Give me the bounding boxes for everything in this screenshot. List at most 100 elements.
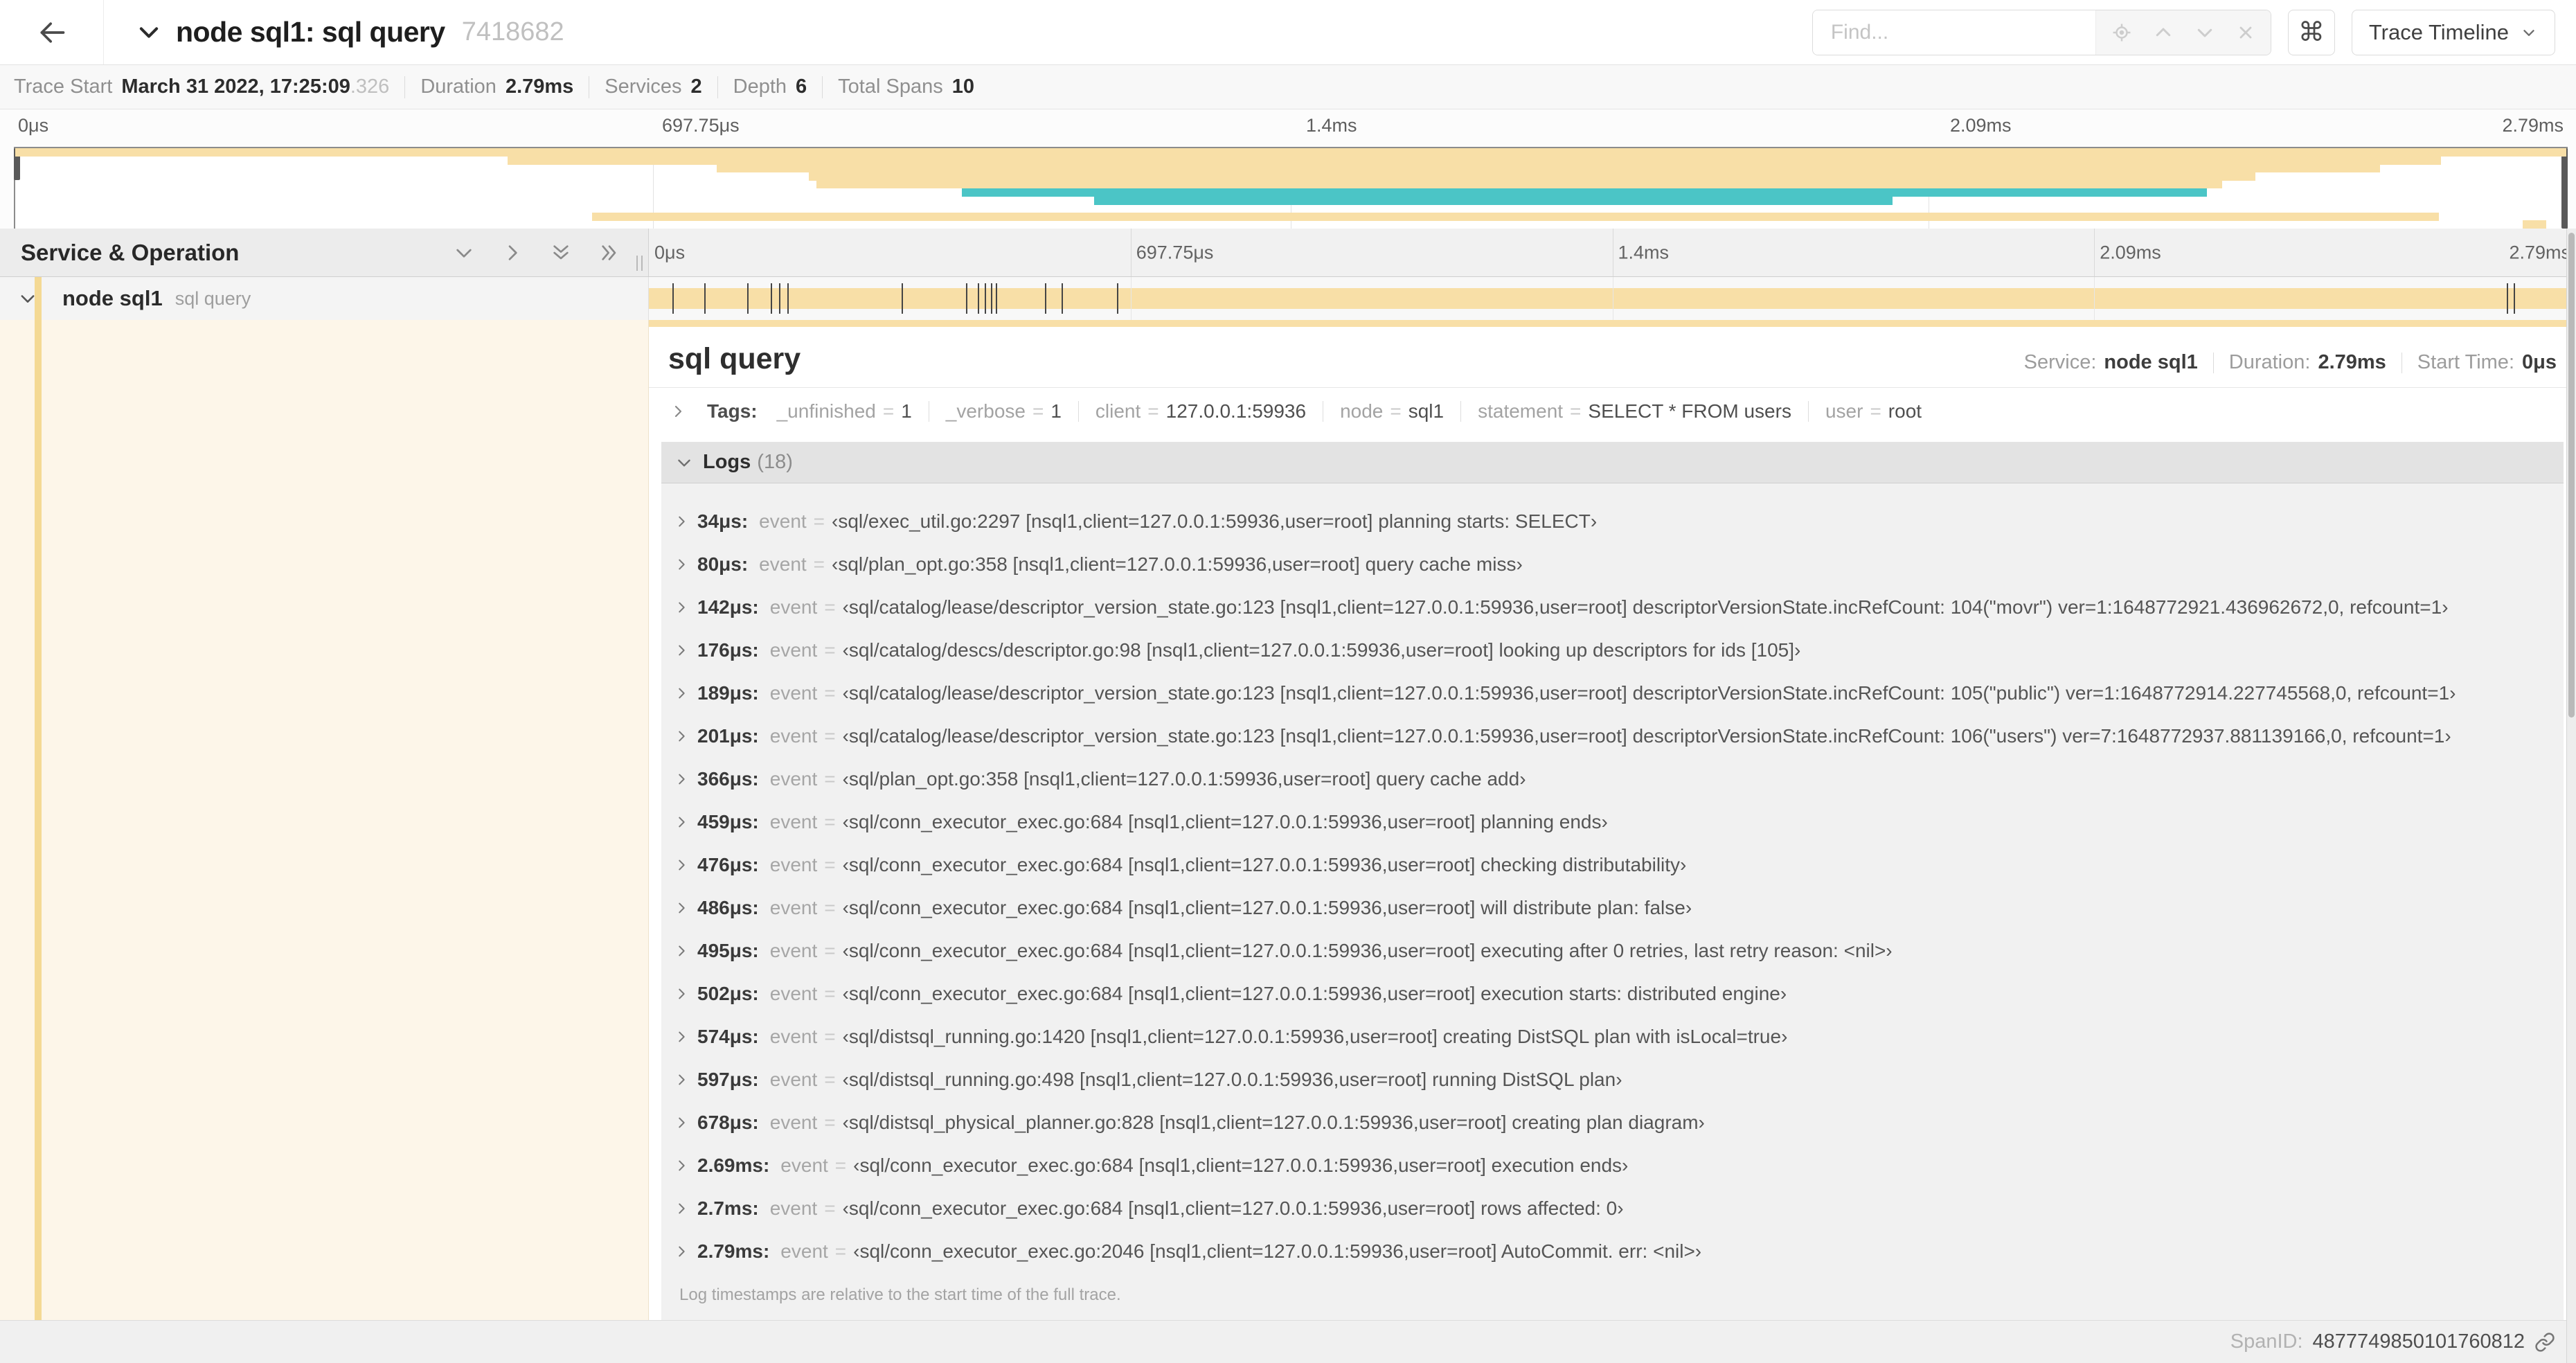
logs-header[interactable]: Logs (18) <box>661 442 2564 483</box>
tag-value: 1 <box>1050 400 1062 422</box>
log-field-value: ‹sql/conn_executor_exec.go:684 [nsql1,cl… <box>842 854 1687 875</box>
span-operation-name: sql query <box>175 287 251 309</box>
log-entry[interactable]: 189μs: event = ‹sql/catalog/lease/descripto… <box>670 672 2557 715</box>
tag-divider <box>1807 401 1809 422</box>
log-field-value: ‹sql/conn_executor_exec.go:2046 [nsql1,c… <box>853 1240 1702 1262</box>
log-entry[interactable]: 201μs: event = ‹sql/catalog/lease/descripto… <box>670 715 2557 758</box>
log-marker-tick <box>965 283 967 314</box>
vertical-scrollbar[interactable] <box>2566 229 2576 1363</box>
log-marker-tick <box>1061 283 1063 314</box>
log-marker-tick <box>902 283 904 314</box>
log-entry[interactable]: 2.69ms: event = ‹sql/conn_executor_exec.go:… <box>670 1144 2557 1187</box>
span-detail-panel: sql query Service: node sql1 Duration: 2… <box>649 327 2576 1320</box>
log-field-value: ‹sql/catalog/lease/descriptor_version_st… <box>842 682 2456 704</box>
duration-value: 2.79ms <box>2318 351 2386 373</box>
log-entry[interactable]: 142μs: event = ‹sql/catalog/lease/descripto… <box>670 586 2557 629</box>
log-timestamp: 597μs: <box>697 1069 759 1090</box>
log-timestamp: 2.69ms: <box>697 1155 770 1176</box>
log-equals: = <box>824 1026 836 1047</box>
find-group <box>1812 9 2271 55</box>
span-row-name-cell[interactable]: node sql1 sql query <box>0 277 649 320</box>
log-entry[interactable]: 574μs: event = ‹sql/distsql_running.go:1420… <box>670 1015 2557 1058</box>
log-field-value: ‹sql/conn_executor_exec.go:684 [nsql1,cl… <box>842 811 1608 832</box>
back-button[interactable] <box>0 0 104 64</box>
log-entry[interactable]: 80μs: event = ‹sql/plan_opt.go:358 [nsql1,c… <box>670 543 2557 586</box>
collapse-one-chevron-down-icon[interactable] <box>453 242 475 264</box>
prev-match-chevron-up-icon[interactable] <box>2153 22 2174 43</box>
span-detail-row: sql query Service: node sql1 Duration: 2… <box>0 320 2576 1320</box>
expand-one-chevron-right-icon[interactable] <box>501 242 524 264</box>
minimap-canvas[interactable] <box>14 147 2568 230</box>
log-timestamp: 34μs: <box>697 510 749 532</box>
log-entry[interactable]: 597μs: event = ‹sql/distsql_running.go:498 … <box>670 1058 2557 1101</box>
scrollbar-thumb[interactable] <box>2568 233 2575 718</box>
minimap-right-scrubber[interactable] <box>2561 148 2568 229</box>
log-entry[interactable]: 34μs: event = ‹sql/exec_util.go:2297 [nsql1… <box>670 500 2557 543</box>
meta-divider <box>2401 352 2402 373</box>
keyboard-shortcuts-button[interactable]: ⌘ <box>2287 9 2335 55</box>
ruler-gridline <box>1130 229 1132 276</box>
span-id-label: SpanID: <box>2230 1330 2303 1353</box>
timeline-ruler: 0μs 697.75μs 1.4ms 2.09ms 2.79ms <box>649 229 2576 276</box>
span-accent-strip <box>649 320 2576 327</box>
collapse-all-double-chevron-down-icon[interactable] <box>550 242 572 264</box>
tag-item: _verbose = 1 <box>946 400 1062 422</box>
log-entry[interactable]: 366μs: event = ‹sql/plan_opt.go:358 [nsql1,… <box>670 758 2557 801</box>
log-chevron-right-icon <box>674 1029 689 1044</box>
tag-value: sql1 <box>1408 400 1444 422</box>
log-entry[interactable]: 495μs: event = ‹sql/conn_executor_exec.go:6… <box>670 929 2557 972</box>
tag-value: 1 <box>901 400 912 422</box>
tag-value: 127.0.0.1:59936 <box>1165 400 1307 422</box>
logs-title: Logs <box>703 451 751 473</box>
log-equals: = <box>834 1240 847 1262</box>
log-field-key: event <box>759 510 807 532</box>
summary-item: Duration 2.79ms <box>420 75 573 98</box>
tags-accordion[interactable]: Tags: _unfinished = 1 _verbose = 1 client = 127.… <box>649 388 2576 434</box>
log-entry[interactable]: 476μs: event = ‹sql/conn_executor_exec.go:6… <box>670 844 2557 887</box>
log-marker-tick <box>746 283 749 314</box>
trace-view-select-button[interactable]: Trace Timeline <box>2351 9 2555 55</box>
log-equals: = <box>824 983 836 1004</box>
deep-link-icon[interactable] <box>2534 1332 2555 1353</box>
header: node sql1: sql query 7418682 Find... ⌘ T… <box>0 0 2576 65</box>
minimap-tick-label: 1.4ms <box>1306 115 1357 136</box>
summary-label: Services <box>605 75 682 98</box>
start-time-value: 0μs <box>2522 351 2557 373</box>
clear-find-x-icon[interactable] <box>2236 23 2255 42</box>
span-row-timeline-cell[interactable] <box>649 277 2576 320</box>
log-equals: = <box>824 682 836 704</box>
service-operation-title: Service & Operation <box>21 239 240 265</box>
log-entry[interactable]: 2.7ms: event = ‹sql/conn_executor_exec.go:6… <box>670 1187 2557 1230</box>
log-entry[interactable]: 176μs: event = ‹sql/catalog/descs/descripto… <box>670 629 2557 672</box>
log-entry[interactable]: 502μs: event = ‹sql/conn_executor_exec.go:6… <box>670 972 2557 1015</box>
service-operation-header: Service & Operation <box>0 229 649 276</box>
log-equals: = <box>824 1069 836 1090</box>
log-chevron-right-icon <box>674 1072 689 1087</box>
log-equals: = <box>824 811 836 832</box>
log-marker-tick <box>1045 283 1047 314</box>
focus-match-icon[interactable] <box>2111 22 2132 43</box>
timeline-gridline <box>2094 277 2095 320</box>
minimap-span-bar <box>1094 196 1893 205</box>
log-entry[interactable]: 486μs: event = ‹sql/conn_executor_exec.go:6… <box>670 887 2557 929</box>
column-resizer-grip[interactable] <box>636 256 643 271</box>
log-entry[interactable]: 459μs: event = ‹sql/conn_executor_exec.go:6… <box>670 801 2557 844</box>
logs-footer-note: Log timestamps are relative to the start… <box>679 1285 1121 1304</box>
log-chevron-right-icon <box>674 814 689 830</box>
expand-all-double-chevron-right-icon[interactable] <box>598 242 620 264</box>
log-entry[interactable]: 2.79ms: event = ‹sql/conn_executor_exec.go:… <box>670 1230 2557 1273</box>
log-timestamp: 486μs: <box>697 897 759 918</box>
log-field-value: ‹sql/conn_executor_exec.go:684 [nsql1,cl… <box>853 1155 1629 1176</box>
log-chevron-right-icon <box>674 986 689 1001</box>
summary-value: 2 <box>690 75 702 98</box>
log-entry[interactable]: 678μs: event = ‹sql/distsql_physical_planne… <box>670 1101 2557 1144</box>
next-match-chevron-down-icon[interactable] <box>2194 22 2215 43</box>
find-input[interactable] <box>1812 10 2095 55</box>
log-field-value: ‹sql/plan_opt.go:358 [nsql1,client=127.0… <box>842 768 1526 790</box>
ruler-gridline <box>2094 229 2095 276</box>
log-equals: = <box>824 940 836 961</box>
title-chevron-down-icon[interactable] <box>136 19 162 46</box>
tag-key: client <box>1095 400 1141 422</box>
minimap-tick-label: 697.75μs <box>662 115 740 136</box>
tag-key: _verbose <box>945 400 1026 422</box>
